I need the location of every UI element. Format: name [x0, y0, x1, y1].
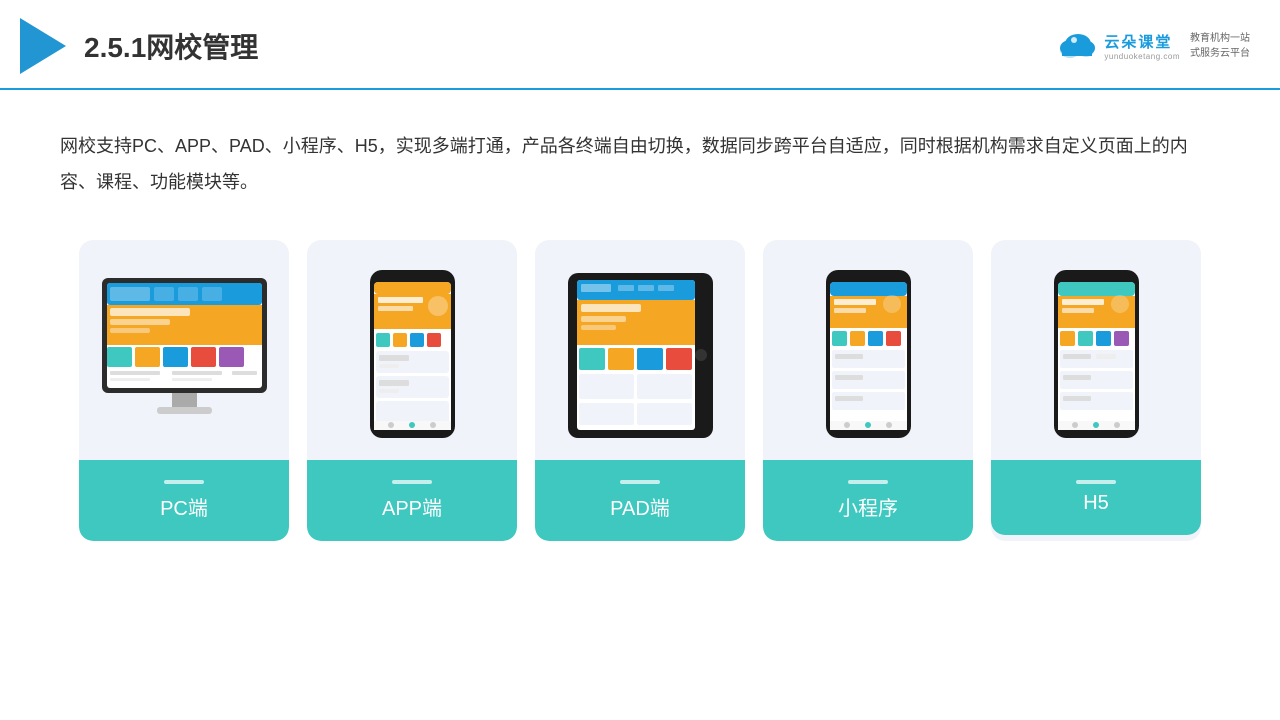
pad-tablet-icon [563, 268, 718, 443]
card-pc-label: PC端 [79, 460, 289, 541]
tagline-line2: 式服务云平台 [1190, 46, 1250, 61]
card-app-image [307, 240, 517, 460]
card-pad-label: PAD端 [535, 460, 745, 541]
card-app-label: APP端 [307, 460, 517, 541]
card-pad: PAD端 [535, 240, 745, 541]
card-h5: H5 [991, 240, 1201, 541]
brand-logo: 云朵课堂 yunduoketang.com 教育机构一站 式服务云平台 [1056, 30, 1250, 62]
app-phone-icon [365, 268, 460, 443]
miniapp-phone-icon [821, 268, 916, 443]
card-pc-image [79, 240, 289, 460]
pc-monitor-icon [92, 273, 277, 438]
logo-triangle-icon [20, 18, 66, 74]
card-pc: PC端 [79, 240, 289, 541]
card-label-bar-3 [620, 480, 660, 484]
brand-name-cn: 云朵课堂 [1104, 31, 1172, 52]
card-miniapp-image [763, 240, 973, 460]
h5-phone-icon [1049, 268, 1144, 443]
card-h5-label: H5 [991, 460, 1201, 535]
card-label-bar-4 [848, 480, 888, 484]
header-right: 云朵课堂 yunduoketang.com 教育机构一站 式服务云平台 [1056, 30, 1250, 62]
description-text: 网校支持PC、APP、PAD、小程序、H5，实现多端打通，产品各终端自由切换，数… [0, 90, 1280, 220]
page-title: 2.5.1网校管理 [84, 26, 258, 66]
header-left: 2.5.1网校管理 [20, 18, 258, 74]
card-label-bar [164, 480, 204, 484]
cloud-icon [1056, 30, 1098, 62]
card-label-bar-5 [1076, 480, 1116, 484]
cards-container: PC端 [0, 220, 1280, 561]
card-pad-image [535, 240, 745, 460]
card-miniapp: 小程序 [763, 240, 973, 541]
card-app: APP端 [307, 240, 517, 541]
brand-tagline: 教育机构一站 式服务云平台 [1190, 31, 1250, 61]
tagline-line1: 教育机构一站 [1190, 31, 1250, 46]
header: 2.5.1网校管理 云朵课堂 yunduoketang.com 教育机构一站 [0, 0, 1280, 90]
brand-name-en: yunduoketang.com [1104, 52, 1180, 61]
card-h5-image [991, 240, 1201, 460]
card-miniapp-label: 小程序 [763, 460, 973, 541]
card-label-bar-2 [392, 480, 432, 484]
brand-name-col: 云朵课堂 yunduoketang.com [1104, 31, 1180, 61]
